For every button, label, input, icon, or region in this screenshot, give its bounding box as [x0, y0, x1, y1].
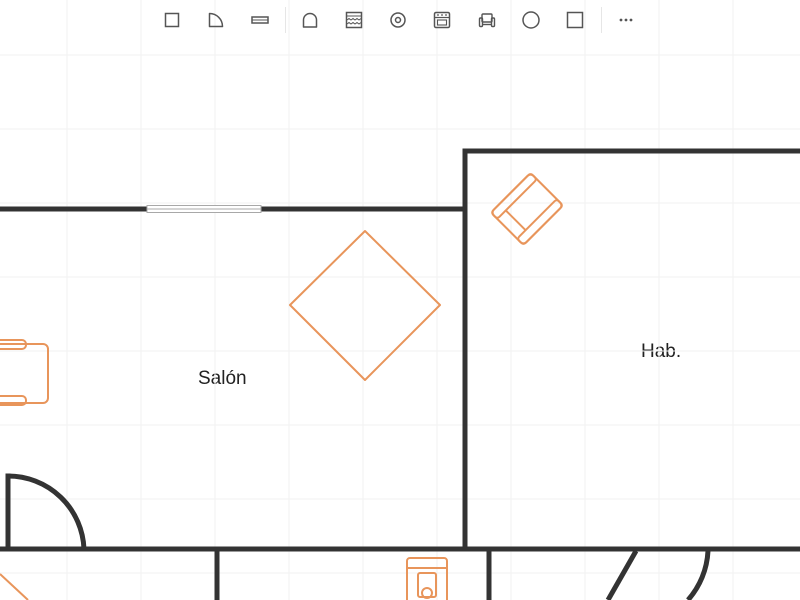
- stairs-icon: [345, 11, 363, 29]
- grid: [0, 0, 800, 600]
- circle-icon: [522, 11, 540, 29]
- window-tool-button[interactable]: [246, 6, 274, 34]
- stairs-tool-button[interactable]: [340, 6, 368, 34]
- door-leaf-lower[interactable]: [605, 549, 639, 600]
- armchair[interactable]: [491, 173, 563, 245]
- door-swing-arc[interactable]: [7, 473, 87, 550]
- toolbar-separator: [601, 7, 602, 33]
- sink-circle-icon: [390, 12, 406, 28]
- sink-tool-button[interactable]: [384, 6, 412, 34]
- door-arc-icon: [208, 12, 224, 28]
- floor-plan-editor: Salón Hab.: [0, 0, 800, 600]
- circle-tool-button[interactable]: [517, 6, 545, 34]
- arch-tool-button[interactable]: [296, 6, 324, 34]
- window[interactable]: [146, 205, 262, 213]
- arch-icon: [302, 12, 318, 28]
- rectangle-tool-button[interactable]: [561, 6, 589, 34]
- square-wall-icon: [164, 12, 180, 28]
- sofa-icon: [478, 13, 496, 28]
- toolbar-separator: [285, 7, 286, 33]
- more-options-button[interactable]: [612, 6, 640, 34]
- plan-canvas[interactable]: [0, 0, 800, 600]
- walls[interactable]: [0, 148, 800, 600]
- stove-tool-button[interactable]: [428, 6, 456, 34]
- door-swing-arc-lower[interactable]: [686, 550, 711, 600]
- wall-tool-button[interactable]: [158, 6, 186, 34]
- sofa[interactable]: [0, 339, 49, 406]
- bath-edge[interactable]: [0, 573, 29, 600]
- rectangle-icon: [566, 11, 584, 29]
- more-dots-icon: [619, 18, 633, 22]
- stove-icon: [433, 11, 451, 29]
- window-icon: [251, 16, 269, 24]
- toolbar: [0, 0, 800, 40]
- washing-machine[interactable]: [406, 557, 448, 600]
- square-table[interactable]: [289, 230, 441, 381]
- door-tool-button[interactable]: [202, 6, 230, 34]
- sofa-tool-button[interactable]: [473, 6, 501, 34]
